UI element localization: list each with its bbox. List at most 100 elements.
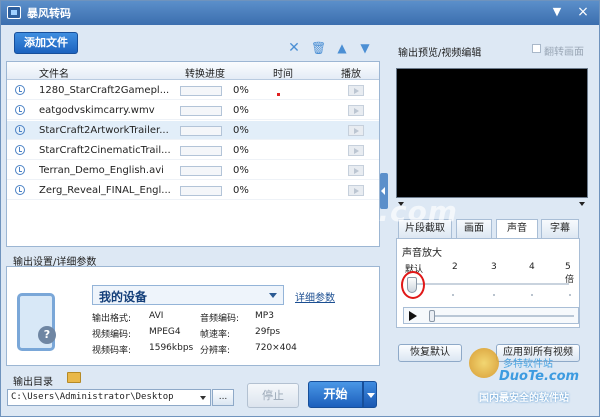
progress-percent: 0% [233, 165, 249, 176]
fmt-label: 输出格式: [92, 314, 132, 324]
play-button[interactable] [348, 125, 364, 136]
fmt-value: AVI [149, 311, 164, 321]
clock-icon [15, 145, 25, 155]
progress-percent: 0% [233, 105, 249, 116]
browse-button[interactable]: ... [212, 389, 234, 406]
table-row[interactable]: StarCraft2ArtworkTrailer... 0% [7, 121, 379, 140]
playback-track[interactable] [430, 315, 574, 317]
watermark-cn: 多特软件站 [503, 359, 553, 370]
watermark-en: DuoTe.com [499, 369, 580, 384]
progress-percent: 0% [233, 85, 249, 96]
video-preview [396, 68, 588, 198]
clock-icon [15, 105, 25, 115]
vbitrate-value: 1596kbps [149, 343, 194, 353]
progress-bar [180, 106, 222, 116]
volume-slider-track[interactable] [411, 283, 569, 285]
title-bar: 暴风转码 ▼ × [1, 1, 599, 25]
fps-value: 29fps [255, 327, 281, 337]
folder-icon[interactable] [67, 372, 81, 383]
clock-icon [15, 125, 25, 135]
list-header: 文件名 转换进度 时间 播放 [7, 62, 379, 80]
output-path-input[interactable]: C:\Users\Administrator\Desktop [7, 389, 211, 406]
table-row[interactable]: Terran_Demo_English.avi 0% [7, 161, 379, 180]
settings-panel: ? 我的设备 详细参数 输出格式: AVI 音频编码: MP3 视频编码: MP… [6, 266, 380, 366]
path-dropdown-icon[interactable] [200, 396, 206, 400]
col-play[interactable]: 播放 [341, 65, 361, 80]
output-dir-label: 输出目录 [13, 377, 53, 388]
playback-thumb[interactable] [429, 310, 435, 322]
table-row[interactable]: StarCraft2CinematicTrail... 0% [7, 141, 379, 160]
scale-label-2: 2 [452, 262, 458, 272]
table-row[interactable]: eatgodvskimcarry.wmv 0% [7, 101, 379, 120]
col-time[interactable]: 时间 [273, 65, 293, 80]
progress-bar [180, 86, 222, 96]
app-window: 暴风转码 ▼ × 添加文件 ✕ 🗑 ▲ ▼ 文件名 转换进度 时间 播放 128… [0, 0, 600, 417]
file-name: 1280_StarCraft2Gamepl... [39, 85, 170, 96]
file-name: eatgodvskimcarry.wmv [39, 105, 155, 116]
play-button[interactable] [348, 165, 364, 176]
watermark-main: www.DuoTe.com [186, 195, 458, 228]
res-value: 720×404 [255, 343, 297, 353]
file-name: StarCraft2ArtworkTrailer... [39, 125, 169, 136]
detail-params-link[interactable]: 详细参数 [295, 289, 335, 304]
play-button[interactable] [348, 105, 364, 116]
remove-icon[interactable]: ✕ [287, 41, 301, 55]
play-button[interactable] [348, 145, 364, 156]
play-button[interactable] [348, 85, 364, 96]
preview-player [403, 307, 579, 324]
table-row[interactable]: 1280_StarCraft2Gamepl... 0% [7, 81, 379, 100]
acodec-value: MP3 [255, 311, 274, 321]
col-progress[interactable]: 转换进度 [185, 65, 225, 80]
progress-percent: 0% [233, 145, 249, 156]
file-name: Zerg_Reveal_FINAL_Engl... [39, 185, 171, 196]
app-logo-icon [7, 6, 21, 19]
file-name: Terran_Demo_English.avi [39, 165, 164, 176]
volume-label: 声音放大 [402, 248, 442, 259]
scale-label-4: 4 [529, 262, 535, 272]
progress-bar [180, 126, 222, 136]
col-filename[interactable]: 文件名 [39, 65, 69, 80]
window-title: 暴风转码 [27, 7, 71, 20]
play-icon[interactable] [409, 311, 417, 321]
tab-picture[interactable]: 画面 [456, 219, 492, 239]
toolbar: 添加文件 ✕ 🗑 ▲ ▼ [1, 25, 599, 59]
trash-icon[interactable]: 🗑 [311, 41, 326, 55]
progress-bar [180, 146, 222, 156]
add-file-button[interactable]: 添加文件 [14, 32, 78, 54]
tab-subtitle[interactable]: 字幕 [541, 219, 579, 239]
watermark-logo-icon [469, 348, 499, 378]
minimize-icon[interactable]: ▼ [549, 5, 565, 20]
tab-audio[interactable]: 声音 [496, 219, 538, 239]
move-down-icon[interactable]: ▼ [358, 41, 372, 55]
clock-icon [15, 85, 25, 95]
question-icon: ? [38, 326, 56, 344]
stop-button[interactable]: 停止 [247, 383, 299, 408]
chevron-down-icon [269, 293, 277, 298]
progress-percent: 0% [233, 125, 249, 136]
vbitrate-label: 视频码率: [92, 346, 132, 356]
clock-icon [15, 165, 25, 175]
clock-icon [15, 185, 25, 195]
file-name: StarCraft2CinematicTrail... [39, 145, 171, 156]
highlight-circle [401, 271, 425, 299]
start-button[interactable]: 开始 [308, 381, 363, 408]
start-options-button[interactable] [363, 381, 377, 408]
acodec-label: 音频编码: [200, 314, 240, 324]
preview-label: 输出预览/视频编辑 [398, 48, 482, 59]
fps-label: 帧速率: [200, 330, 231, 340]
restore-default-button[interactable]: 恢复默认 [398, 344, 462, 362]
watermark-slogan: 国内最安全的软件站 [479, 393, 569, 404]
device-value: 我的设备 [99, 290, 148, 304]
close-icon[interactable]: × [575, 5, 591, 20]
red-mark [277, 93, 280, 96]
res-label: 分辨率: [200, 346, 231, 356]
phone-device-icon: ? [17, 293, 56, 351]
move-up-icon[interactable]: ▲ [335, 41, 349, 55]
device-select[interactable]: 我的设备 [92, 285, 284, 305]
flip-label: 翻转画面 [544, 47, 584, 58]
progress-bar [180, 166, 222, 176]
scale-label-5: 5倍 [565, 262, 575, 285]
vcodec-value: MPEG4 [149, 327, 181, 337]
clip-end-marker[interactable] [579, 202, 585, 206]
flip-checkbox[interactable] [532, 44, 541, 53]
